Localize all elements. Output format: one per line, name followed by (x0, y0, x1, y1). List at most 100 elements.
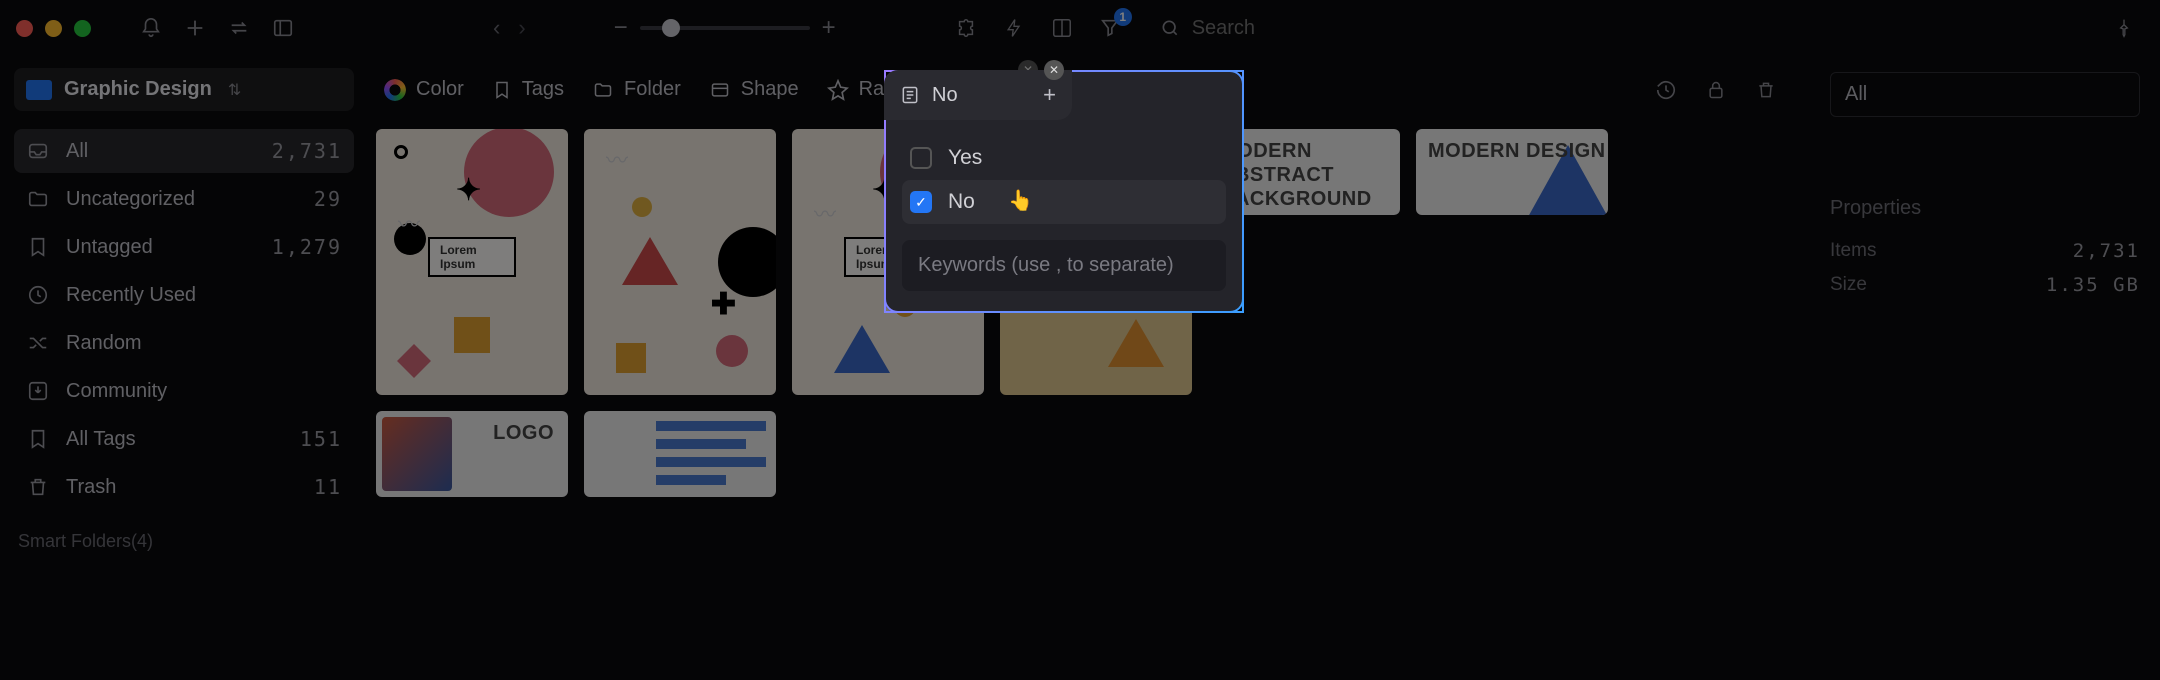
filter-shape[interactable]: Shape (709, 78, 799, 101)
checkbox-unchecked-icon[interactable] (910, 147, 932, 169)
puzzle-icon[interactable] (954, 16, 978, 40)
popover-tab-label: No (932, 84, 958, 107)
thumbnail-card[interactable]: LOGO (376, 411, 568, 497)
search-icon (1160, 18, 1180, 38)
titlebar: ‹ › − + 1 (0, 0, 2160, 56)
layout-icon[interactable] (1050, 16, 1074, 40)
sidebar-count: 2,731 (272, 139, 342, 163)
sidebar-toggle-icon[interactable] (271, 16, 295, 40)
sidebar-item-trash[interactable]: Trash 11 (14, 465, 354, 509)
filter-label: Folder (624, 78, 681, 101)
sidebar-label: All (66, 140, 256, 163)
search-field[interactable] (1160, 17, 1312, 40)
sidebar-item-untagged[interactable]: Untagged 1,279 (14, 225, 354, 269)
tab-close-icon[interactable]: ✕ (1044, 60, 1064, 80)
inspector-panel: All Properties Items 2,731 Size 1.35 GB (1810, 56, 2160, 680)
sidebar-label: Recently Used (66, 284, 342, 307)
smart-folders-heading[interactable]: Smart Folders(4) (14, 531, 354, 552)
filter-tags[interactable]: Tags (492, 78, 564, 101)
filter-label: Shape (741, 78, 799, 101)
shuffle-icon (26, 331, 50, 355)
property-key: Size (1830, 274, 1867, 296)
bell-icon[interactable] (139, 16, 163, 40)
library-name: Graphic Design (64, 78, 212, 101)
popover-option-yes[interactable]: Yes (902, 136, 1226, 180)
property-value: 1.35 GB (2046, 274, 2140, 296)
search-input[interactable] (1192, 17, 1312, 40)
filter-badge: 1 (1114, 8, 1132, 26)
card-label: Lorem Ipsum (428, 237, 516, 277)
input-placeholder: Keywords (use , to separate) (918, 254, 1174, 276)
keywords-input[interactable]: Keywords (use , to separate) (902, 240, 1226, 291)
download-box-icon (26, 379, 50, 403)
sidebar-label: Trash (66, 476, 298, 499)
plus-icon[interactable] (183, 16, 207, 40)
note-icon (900, 85, 920, 105)
library-selector[interactable]: Graphic Design ⇅ (14, 68, 354, 111)
minimize-window-button[interactable] (45, 20, 62, 37)
thumbnail-size-slider[interactable] (640, 26, 810, 30)
lock-icon[interactable] (1704, 78, 1728, 102)
color-ring-icon (384, 79, 406, 101)
zoom-slider[interactable]: − + (614, 14, 836, 42)
close-window-button[interactable] (16, 20, 33, 37)
zoom-out-button[interactable]: − (614, 14, 628, 42)
trash-icon[interactable] (1754, 78, 1778, 102)
checkbox-checked-icon[interactable]: ✓ (910, 191, 932, 213)
forward-button[interactable]: › (518, 15, 525, 41)
add-tab-button[interactable]: + (1043, 82, 1056, 108)
property-value: 2,731 (2073, 240, 2140, 262)
sidebar-count: 29 (314, 187, 342, 211)
sidebar-label: Untagged (66, 236, 256, 259)
inbox-icon (26, 139, 50, 163)
thumbnail-card[interactable] (584, 411, 776, 497)
sidebar-item-recently-used[interactable]: Recently Used (14, 273, 354, 317)
bolt-icon[interactable] (1002, 16, 1026, 40)
thumbnail-card[interactable]: ✦ 〰 Lorem Ipsum (376, 129, 568, 395)
bookmark-icon (26, 427, 50, 451)
sidebar-label: Random (66, 332, 342, 355)
sidebar-item-community[interactable]: Community (14, 369, 354, 413)
sidebar-label: All Tags (66, 428, 284, 451)
swap-icon[interactable] (227, 16, 251, 40)
back-button[interactable]: ‹ (493, 15, 500, 41)
filter-color[interactable]: Color (384, 78, 464, 101)
sidebar-count: 11 (314, 475, 342, 499)
sidebar-item-uncategorized[interactable]: Uncategorized 29 (14, 177, 354, 221)
property-key: Items (1830, 240, 1876, 262)
thumbnail-card[interactable]: MODERN DESIGN (1416, 129, 1608, 215)
shape-icon (709, 80, 731, 100)
bookmark-icon (492, 80, 512, 100)
folder-icon (592, 80, 614, 100)
bookmark-hash-icon (26, 235, 50, 259)
sidebar-item-all[interactable]: All 2,731 (14, 129, 354, 173)
property-row: Items 2,731 (1830, 234, 2140, 268)
card-title: MODERN DESIGN (1428, 139, 1606, 163)
filter-button[interactable]: 1 (1098, 16, 1122, 40)
pin-icon[interactable] (2112, 16, 2136, 40)
popover-option-no[interactable]: ✓ No 👆 (902, 180, 1226, 224)
sidebar-label: Community (66, 380, 342, 403)
window-traffic-lights (16, 20, 91, 37)
cursor-icon: 👆 (1008, 188, 1033, 213)
option-label: Yes (948, 146, 982, 170)
zoom-window-button[interactable] (74, 20, 91, 37)
folder-hash-icon (26, 187, 50, 211)
inspector-scope-select[interactable]: All (1830, 72, 2140, 117)
popover-tab[interactable]: No + ✕ (884, 70, 1072, 120)
property-row: Size 1.35 GB (1830, 268, 2140, 302)
thumbnail-card[interactable]: ✚ 〰 (584, 129, 776, 395)
card-title: LOGO (493, 421, 554, 445)
trash-icon (26, 475, 50, 499)
zoom-in-button[interactable]: + (822, 14, 836, 42)
sidebar-count: 1,279 (272, 235, 342, 259)
card-title: MODERN ABSTRACT BACKGROUND (1220, 139, 1400, 211)
notes-filter-popover: No + ✕ Yes ✓ No 👆 Keywords (use , to sep… (884, 70, 1244, 313)
star-icon (827, 79, 849, 101)
filter-label: Tags (522, 78, 564, 101)
filter-folder[interactable]: Folder (592, 78, 681, 101)
sidebar-item-random[interactable]: Random (14, 321, 354, 365)
history-icon[interactable] (1654, 78, 1678, 102)
sidebar: Graphic Design ⇅ All 2,731 Uncategorized… (0, 56, 368, 680)
sidebar-item-all-tags[interactable]: All Tags 151 (14, 417, 354, 461)
